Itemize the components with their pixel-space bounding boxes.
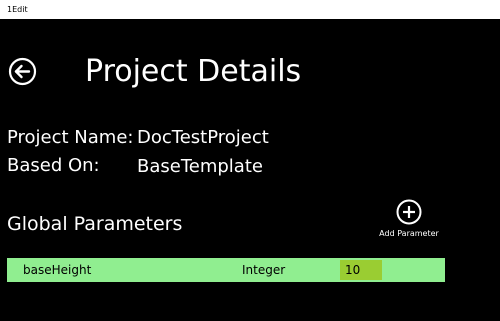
project-name-label: Project Name: bbox=[7, 127, 134, 148]
page-title: Project Details bbox=[85, 54, 302, 89]
parameter-value-input[interactable] bbox=[340, 260, 382, 280]
global-parameters-heading: Global Parameters bbox=[7, 213, 183, 235]
based-on-label: Based On: bbox=[7, 155, 100, 176]
window-title-bar: 1Edit bbox=[0, 0, 500, 19]
add-parameter-label: Add Parameter bbox=[379, 229, 439, 238]
based-on-value: BaseTemplate bbox=[137, 156, 263, 177]
parameter-name: baseHeight bbox=[23, 263, 92, 277]
add-parameter-button[interactable]: Add Parameter bbox=[376, 199, 442, 245]
back-button[interactable] bbox=[8, 57, 37, 86]
plus-circle-icon bbox=[396, 199, 422, 225]
window-title: 1Edit bbox=[7, 5, 28, 14]
parameter-type: Integer bbox=[242, 263, 286, 277]
project-name-value: DocTestProject bbox=[137, 127, 269, 148]
back-arrow-circle-icon bbox=[8, 57, 37, 86]
app-window: 1Edit Project Details Project Name: DocT… bbox=[0, 0, 500, 321]
parameter-row[interactable]: baseHeight Integer bbox=[7, 258, 445, 282]
